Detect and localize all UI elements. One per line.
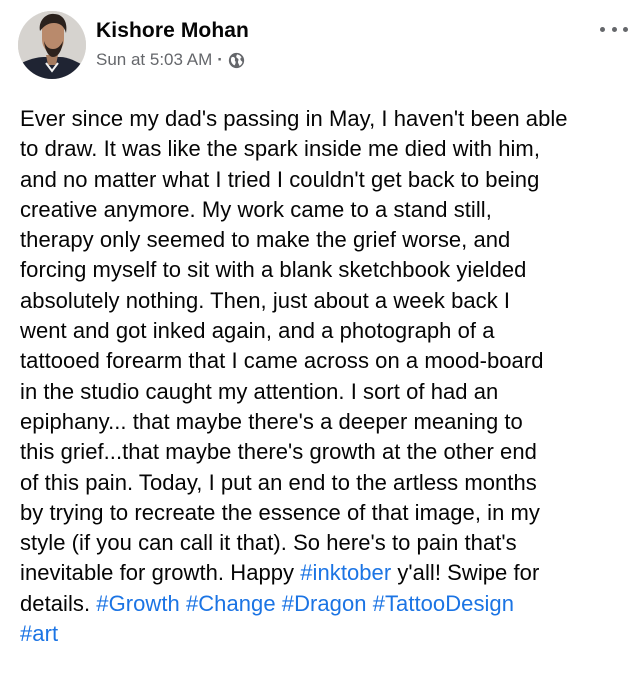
post-text-line: forcing myself to sit with a blank sketc… <box>20 257 527 283</box>
more-options-dot <box>623 26 628 32</box>
hashtag-dragon-link[interactable]: #Dragon <box>282 591 367 616</box>
post-text-line: style (if you can call it that). So here… <box>20 530 517 556</box>
meta-separator: · <box>217 50 223 69</box>
post-text-line: and no matter what I tried I couldn't ge… <box>20 166 540 192</box>
post-text-line: went and got inked again, and a photogra… <box>20 318 495 344</box>
profile-photo-icon <box>18 11 86 79</box>
post-text-line: inevitable for growth. Happy #inktober y… <box>20 558 632 588</box>
avatar[interactable] <box>18 11 86 79</box>
post-meta: Sun at 5:03 AM · <box>96 49 249 71</box>
post-text-fragment: inevitable for growth. Happy <box>20 560 301 586</box>
post-text-line: tattooed forearm that I came across on a… <box>20 348 544 374</box>
post-text-line: epiphany... that maybe there's a deeper … <box>20 408 523 434</box>
post-text-line: to draw. It was like the spark inside me… <box>20 136 540 162</box>
post-text-line: in the studio caught my attention. I sor… <box>20 378 499 404</box>
facebook-post: Kishore Mohan Sun at 5:03 AM · Ever sinc… <box>0 0 644 680</box>
post-text-line: Ever since my dad's passing in May, I ha… <box>20 106 568 131</box>
post-text-line: details. #Growth #Change #Dragon #Tattoo… <box>20 589 632 619</box>
hashtag-tattoodesign-link[interactable]: #TattooDesign <box>373 591 514 616</box>
post-text-line: #art <box>20 619 632 649</box>
post-text: Ever since my dad's passing in May, I ha… <box>20 104 632 649</box>
post-text-line: of this pain. Today, I put an end to the… <box>20 469 537 495</box>
more-options-icon <box>600 26 605 32</box>
post-text-line: absolutely nothing. Then, just about a w… <box>20 287 511 313</box>
more-options-button[interactable] <box>600 20 628 38</box>
post-header: Kishore Mohan Sun at 5:03 AM · <box>96 18 249 71</box>
hashtag-change-link[interactable]: #Change <box>186 591 276 616</box>
post-timestamp[interactable]: Sun at 5:03 AM <box>96 49 212 71</box>
post-text-line: by trying to recreate the essence of tha… <box>20 499 540 525</box>
more-options-dot <box>611 26 617 32</box>
author-name[interactable]: Kishore Mohan <box>96 18 249 44</box>
post-text-line: therapy only seemed to make the grief wo… <box>20 227 511 253</box>
post-text-fragment: details. <box>20 590 97 616</box>
post-text-line: this grief...that maybe there's growth a… <box>20 439 537 465</box>
hashtag-growth-link[interactable]: #Growth <box>96 591 180 616</box>
hashtag-inktober-link[interactable]: #inktober <box>300 560 391 585</box>
post-text-line: creative anymore. My work came to a stan… <box>20 196 492 222</box>
hashtag-art-link[interactable]: #art <box>20 621 58 646</box>
globe-icon[interactable] <box>228 52 245 69</box>
post-text-fragment: y'all! Swipe for <box>391 560 540 586</box>
